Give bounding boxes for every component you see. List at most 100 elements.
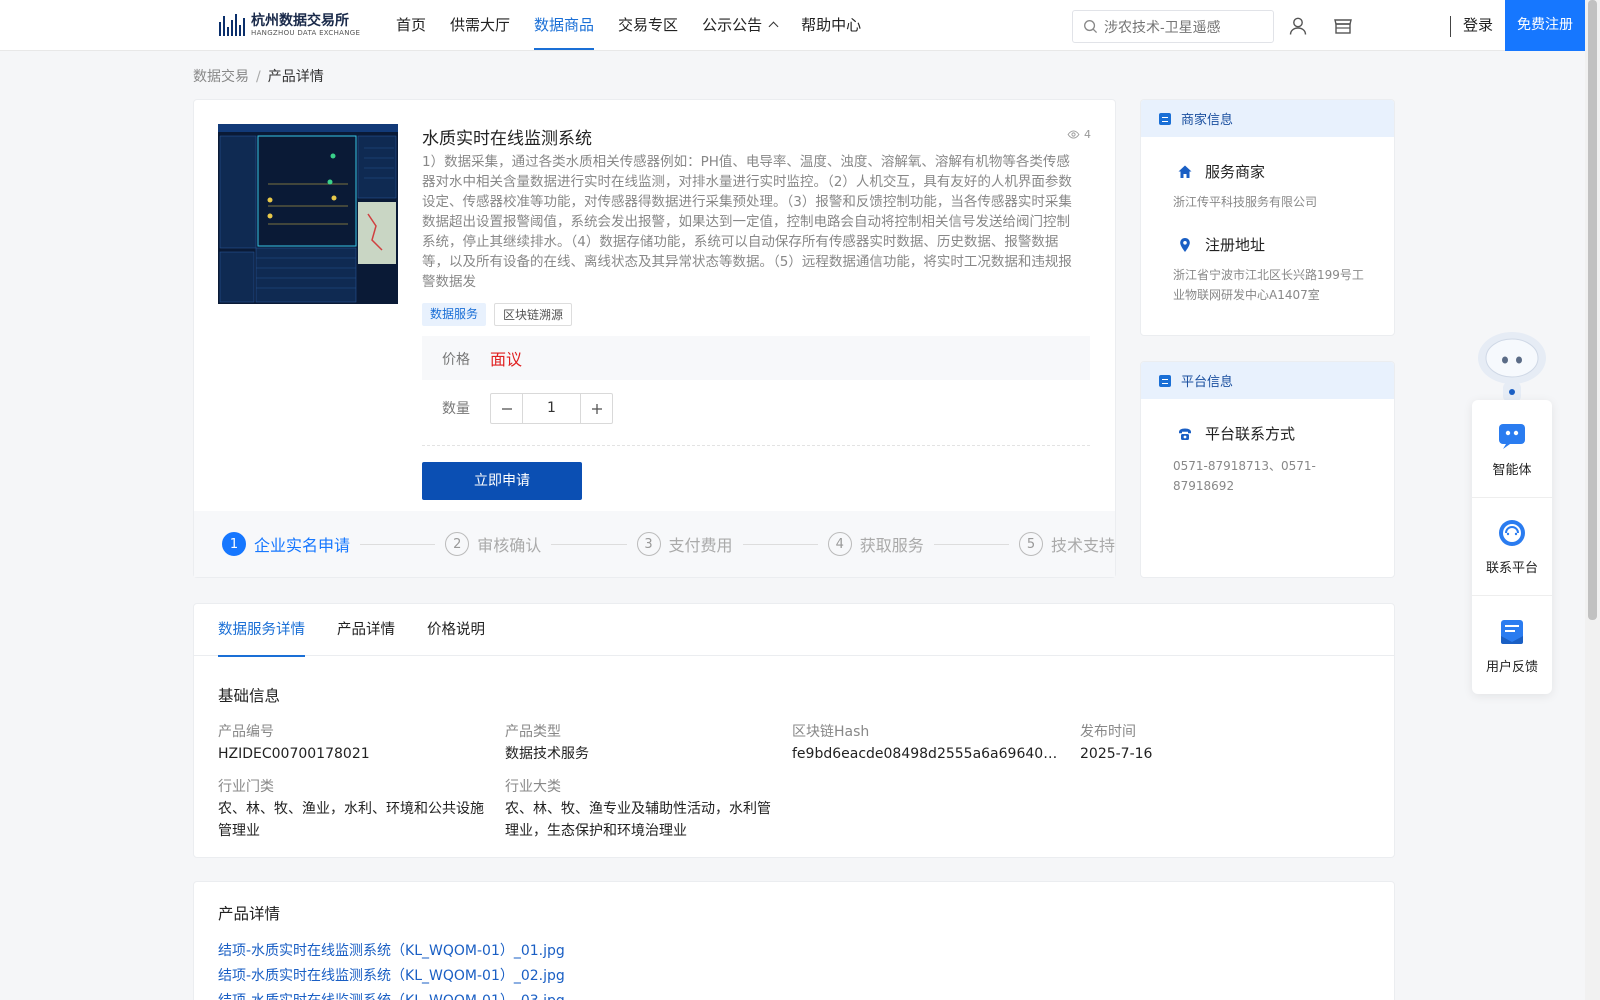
product-detail-title: 产品详情 [218, 905, 281, 923]
scrollbar-thumb[interactable] [1588, 0, 1597, 620]
nav-trade-zone[interactable]: 交易专区 [618, 0, 678, 50]
step-connector [360, 543, 436, 545]
platform-info-header: 平台信息 [1141, 362, 1394, 399]
quantity-label: 数量 [442, 401, 470, 417]
nav-data-products[interactable]: 数据商品 [534, 0, 595, 50]
home-icon [1178, 165, 1192, 178]
field-value: 2025-7-16 [1080, 746, 1153, 762]
breadcrumb-parent[interactable]: 数据交易 [193, 69, 249, 85]
merchant-info-header: 商家信息 [1141, 100, 1394, 137]
quantity-input[interactable]: 1 [522, 394, 581, 423]
robot-mascot-icon[interactable] [1472, 326, 1552, 404]
quantity-stepper: 1 [490, 393, 613, 424]
file-link-03[interactable]: 结项-水质实时在线监测系统（KL_WQOM-01）_03.jpg [218, 990, 565, 1000]
registered-address-title: 注册地址 [1205, 236, 1266, 254]
platform-contact-row: 平台联系方式 [1141, 423, 1394, 444]
float-contact-platform[interactable]: 联系平台 [1472, 498, 1552, 596]
top-header: 杭州数据交易所 HANGZHOU DATA EXCHANGE 首页 供需大厅 数… [0, 0, 1585, 51]
file-link-01[interactable]: 结项-水质实时在线监测系统（KL_WQOM-01）_01.jpg [218, 940, 565, 960]
step-connector [933, 543, 1009, 545]
float-agent-label: 智能体 [1492, 463, 1532, 478]
service-merchant-title: 服务商家 [1205, 163, 1266, 181]
nav-home[interactable]: 首页 [396, 0, 426, 50]
step-3: 3 支付费用 [636, 532, 733, 556]
plus-button[interactable] [581, 394, 612, 423]
chevron-up-icon [768, 21, 779, 32]
step-label: 获取服务 [859, 536, 924, 555]
floating-service-panel: 智能体 联系平台 用户反馈 [1472, 400, 1552, 694]
login-link[interactable]: 登录 [1463, 0, 1493, 50]
phone-icon [1179, 428, 1191, 440]
main-nav: 首页 供需大厅 数据商品 交易专区 公示公告 帮助中心 [396, 0, 885, 50]
basic-info-title: 基础信息 [218, 687, 281, 705]
field-label: 产品类型 [505, 724, 561, 740]
logo-mark-icon [219, 14, 245, 36]
float-contact-platform-label: 联系平台 [1485, 561, 1538, 576]
service-detail-card: 数据服务详情 产品详情 价格说明 基础信息 产品编号 HZIDEC0070017… [193, 603, 1395, 858]
minus-button[interactable] [491, 394, 522, 423]
step-5: 5 技术支持 [1019, 532, 1115, 556]
field-value: fe9bd6eacde08498d2555a6a696407a13d... [792, 746, 1062, 762]
step-number: 2 [445, 532, 470, 556]
page-scrollbar[interactable] [1585, 0, 1600, 1000]
breadcrumb-separator: / [256, 69, 261, 85]
field-industry-major: 行业大类 农、林、牧、渔专业及辅助性活动，水利管理业，生态保护和环境治理业 [505, 776, 775, 842]
step-number: 4 [827, 532, 852, 556]
breadcrumb-current: 产品详情 [267, 69, 324, 85]
step-connector [742, 543, 818, 545]
step-label: 支付费用 [668, 536, 733, 555]
logo-subtitle: HANGZHOU DATA EXCHANGE [251, 28, 361, 37]
view-count-value: 4 [1084, 128, 1091, 141]
nav-supply-demand[interactable]: 供需大厅 [450, 0, 510, 50]
platform-info-card: 平台信息 平台联系方式 0571-87918713、0571-87918692 [1140, 361, 1395, 578]
logo-title: 杭州数据交易所 [251, 12, 349, 29]
registered-address-value: 浙江省宁波市江北区长兴路199号工业物联网研发中心A1407室 [1173, 268, 1364, 302]
feedback-icon [1501, 619, 1523, 644]
field-industry-category: 行业门类 农、林、牧、渔业，水利、环境和公共设施管理业 [218, 776, 488, 842]
step-2: 2 审核确认 [445, 532, 541, 556]
shop-icon[interactable] [1332, 15, 1354, 37]
product-thumbnail[interactable] [218, 124, 398, 304]
tab-price-info[interactable]: 价格说明 [427, 604, 485, 656]
headset-icon [1499, 520, 1525, 546]
float-agent[interactable]: 智能体 [1472, 400, 1552, 498]
float-user-feedback[interactable]: 用户反馈 [1472, 596, 1552, 694]
registered-address-row: 注册地址 [1141, 234, 1394, 255]
apply-now-button[interactable]: 立即申请 [422, 462, 582, 500]
file-link-02[interactable]: 结项-水质实时在线监测系统（KL_WQOM-01）_02.jpg [218, 965, 565, 985]
nav-help[interactable]: 帮助中心 [801, 0, 861, 50]
field-label: 行业门类 [218, 779, 274, 795]
field-value: 数据技术服务 [505, 746, 589, 762]
header-divider [1450, 16, 1451, 37]
field-value: 农、林、牧、渔专业及辅助性活动，水利管理业，生态保护和环境治理业 [505, 801, 771, 839]
user-icon[interactable] [1287, 15, 1309, 37]
location-pin-icon [1180, 237, 1190, 252]
price-value: 面议 [490, 350, 523, 369]
search-box[interactable] [1072, 10, 1274, 43]
field-label: 行业大类 [505, 779, 561, 795]
field-value: 农、林、牧、渔业，水利、环境和公共设施管理业 [218, 801, 484, 839]
site-logo[interactable]: 杭州数据交易所 HANGZHOU DATA EXCHANGE [219, 12, 360, 38]
field-value: HZIDEC00700178021 [218, 746, 370, 762]
product-tags: 数据服务 区块链溯源 [422, 303, 573, 326]
nav-announcements[interactable]: 公示公告 [702, 0, 779, 50]
field-publish-date: 发布时间 2025-7-16 [1080, 721, 1350, 765]
card-icon [1159, 112, 1171, 125]
product-title: 水质实时在线监测系统 [422, 129, 592, 149]
step-number: 5 [1019, 532, 1043, 556]
view-count: 4 [1067, 128, 1091, 141]
float-user-feedback-label: 用户反馈 [1485, 659, 1538, 675]
register-button[interactable]: 免费注册 [1505, 0, 1585, 51]
tab-service-detail[interactable]: 数据服务详情 [218, 604, 305, 657]
product-card: 水质实时在线监测系统 4 1）数据采集，通过各类水质相关传感器例如：PH值、电导… [193, 99, 1116, 578]
dashboard-preview-image [218, 124, 398, 304]
agent-icon [1499, 424, 1525, 449]
step-1: 1 企业实名申请 [222, 532, 350, 556]
step-label: 技术支持 [1051, 536, 1116, 555]
field-product-id: 产品编号 HZIDEC00700178021 [218, 721, 488, 765]
step-4: 4 获取服务 [827, 532, 924, 556]
tab-product-detail[interactable]: 产品详情 [337, 604, 395, 656]
search-input[interactable] [1104, 18, 1264, 35]
step-connector [551, 543, 627, 545]
platform-contact-value: 0571-87918713、0571-87918692 [1173, 459, 1316, 493]
